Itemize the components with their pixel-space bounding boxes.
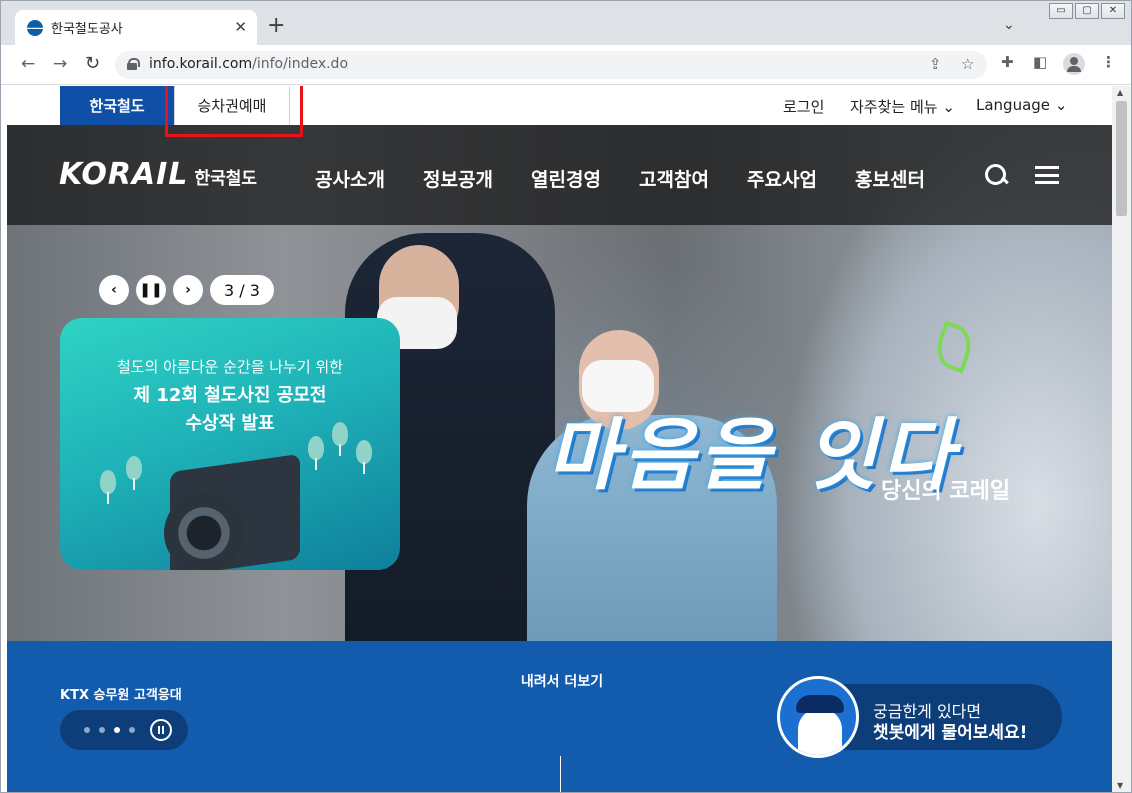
nav-item-disclosure[interactable]: 정보공개 (423, 165, 531, 192)
tree-icon (332, 422, 348, 456)
pause-icon[interactable] (150, 719, 172, 741)
tree-icon (356, 440, 372, 474)
close-window-button[interactable]: ✕ (1101, 3, 1125, 19)
scroll-more-label[interactable]: 내려서 더보기 (507, 671, 617, 691)
search-icon[interactable] (985, 164, 1007, 186)
ticket-booking-link[interactable]: 승차권예매 (174, 86, 290, 125)
scroll-up-icon[interactable]: ▲ (1117, 88, 1123, 97)
nav-item-open-management[interactable]: 열린경영 (531, 165, 639, 192)
star-icon[interactable]: ☆ (961, 55, 974, 73)
minimize-button[interactable]: ▭ (1049, 3, 1073, 19)
chevron-down-icon: ⌄ (942, 98, 955, 116)
card-title: 제 12회 철도사진 공모전 수상작 발표 (133, 385, 327, 434)
main-nav: 공사소개 정보공개 열린경영 고객참여 주요사업 홍보센터 (315, 165, 963, 192)
kebab-menu-icon[interactable]: ⋮ (1101, 53, 1116, 71)
tree-icon (308, 436, 324, 470)
scroll-down-icon[interactable]: ▼ (1117, 781, 1123, 790)
pause-slide-button[interactable]: ❚❚ (136, 275, 166, 305)
browser-toolbar: ← → ↻ info.korail.com/info/index.do ⇪ ☆ … (1, 45, 1131, 85)
tab-search-chevron-icon[interactable]: ⌄ (1003, 17, 1015, 33)
tab-strip: 한국철도공사 ✕ + ⌄ ▭ ▢ ✕ (1, 1, 1131, 45)
pager-dot-active[interactable] (114, 727, 120, 733)
photo-contest-card[interactable]: 철도의 아름다운 순간을 나누기 위한 제 12회 철도사진 공모전 수상작 발… (60, 318, 400, 570)
chatbot-mascot-icon (777, 676, 859, 758)
nav-item-pr-center[interactable]: 홍보센터 (855, 165, 963, 192)
nav-item-about[interactable]: 공사소개 (315, 165, 423, 192)
side-panel-icon[interactable]: ◧ (1033, 53, 1047, 71)
tab-close-icon[interactable]: ✕ (234, 18, 247, 36)
bottom-band: KTX 승무원 고객응대 내려서 더보기 궁금한게 있다면 챗봇에게 물어보세요… (7, 641, 1112, 792)
address-bar[interactable]: info.korail.com/info/index.do ⇪ ☆ (115, 51, 987, 79)
korail-favicon-icon (27, 19, 43, 36)
window-controls: ▭ ▢ ✕ (1049, 3, 1125, 19)
ktx-pager (60, 710, 188, 750)
share-icon[interactable]: ⇪ (929, 55, 942, 73)
url-text[interactable]: info.korail.com/info/index.do (149, 56, 348, 72)
nav-item-customer[interactable]: 고객참여 (639, 165, 747, 192)
forward-arrow-icon[interactable]: → (53, 54, 67, 74)
pager-dot[interactable] (129, 727, 135, 733)
hamburger-menu-icon[interactable] (1035, 166, 1059, 184)
home-link[interactable]: 한국철도 (60, 86, 174, 125)
nav-item-business[interactable]: 주요사업 (747, 165, 855, 192)
chatbot-banner[interactable]: 궁금한게 있다면 챗봇에게 물어보세요! (777, 676, 1062, 758)
puzzle-icon[interactable]: ✚ (1001, 53, 1014, 71)
language-dropdown[interactable]: Language ⌄ (976, 96, 1067, 114)
pager-dot[interactable] (84, 727, 90, 733)
chatbot-line2: 챗봇에게 물어보세요! (873, 723, 1028, 743)
scroll-thumb[interactable] (1116, 101, 1127, 216)
card-subtitle: 철도의 아름다운 순간을 나누기 위한 (116, 358, 344, 376)
back-arrow-icon[interactable]: ← (21, 54, 35, 74)
faq-menu-dropdown[interactable]: 자주찾는 메뉴 ⌄ (850, 96, 955, 117)
slider-controls: ‹ ❚❚ › 3 / 3 (99, 275, 274, 305)
new-tab-button[interactable]: + (267, 15, 285, 37)
pager-dot[interactable] (99, 727, 105, 733)
chevron-down-icon: ⌄ (1054, 96, 1068, 114)
tab-title: 한국철도공사 (51, 22, 123, 37)
login-link[interactable]: 로그인 (783, 96, 824, 117)
main-header: KORAIL 한국철도 공사소개 정보공개 열린경영 고객참여 주요사업 홍보센… (7, 125, 1112, 225)
browser-tab[interactable]: 한국철도공사 ✕ (15, 10, 257, 45)
utility-bar: 한국철도 승차권예매 로그인 자주찾는 메뉴 ⌄ Language ⌄ (7, 86, 1112, 125)
heart-leaf-icon (930, 320, 978, 374)
tree-icon (126, 456, 142, 490)
scroll-indicator-line (560, 756, 561, 792)
maximize-button[interactable]: ▢ (1075, 3, 1099, 19)
prev-slide-button[interactable]: ‹ (99, 275, 129, 305)
camera-lens-icon (164, 493, 244, 570)
next-slide-button[interactable]: › (173, 275, 203, 305)
vertical-scrollbar[interactable]: ▲ ▼ (1112, 86, 1131, 792)
korail-page: 한국철도 승차권예매 로그인 자주찾는 메뉴 ⌄ Language ⌄ KORA… (7, 86, 1112, 792)
tree-icon (100, 470, 116, 504)
browser-window: 한국철도공사 ✕ + ⌄ ▭ ▢ ✕ ← → ↻ info.korail.com… (0, 0, 1132, 793)
hero-slogan-sub: 당신의 코레일 (881, 479, 1011, 504)
reload-icon[interactable]: ↻ (85, 54, 100, 74)
korail-logo[interactable]: KORAIL 한국철도 (59, 157, 257, 192)
ktx-video-label: KTX 승무원 고객응대 (60, 688, 182, 703)
slide-counter: 3 / 3 (210, 275, 274, 305)
lock-icon[interactable] (127, 58, 140, 70)
profile-icon[interactable] (1063, 53, 1085, 75)
hero-banner: KORAIL 한국철도 공사소개 정보공개 열린경영 고객참여 주요사업 홍보센… (7, 125, 1112, 641)
